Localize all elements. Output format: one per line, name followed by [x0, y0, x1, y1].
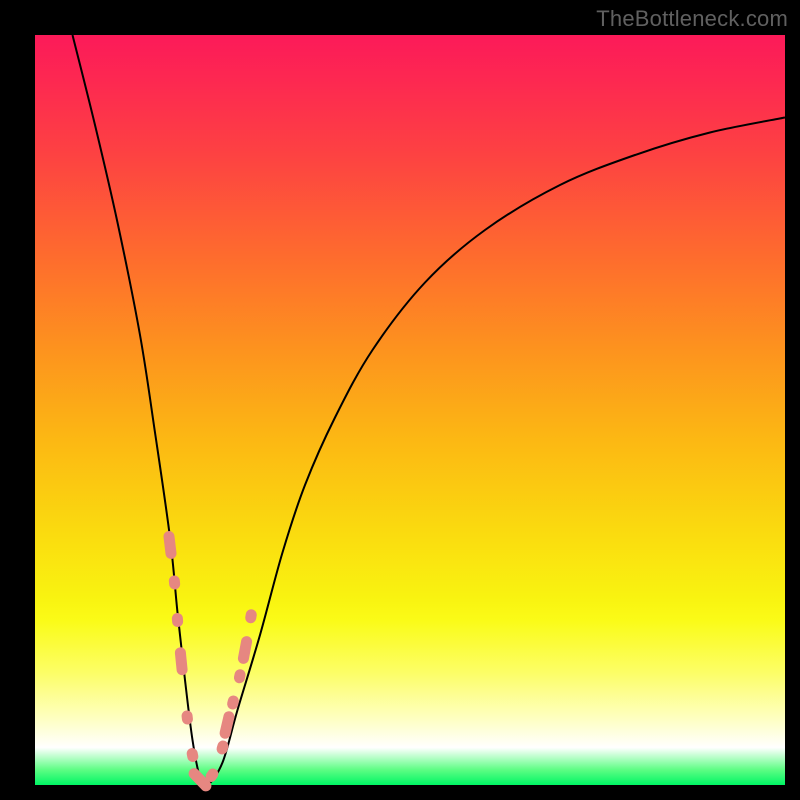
marker-capsule	[174, 647, 188, 676]
marker-capsule	[244, 608, 257, 624]
marker-capsule	[168, 575, 180, 590]
curve-svg	[35, 35, 785, 785]
watermark-text: TheBottleneck.com	[596, 6, 788, 32]
marker-capsule	[233, 668, 247, 684]
marker-capsule	[163, 530, 177, 559]
marker-capsule	[171, 613, 183, 628]
marker-capsule	[215, 739, 230, 756]
plot-area	[35, 35, 785, 785]
marker-group	[163, 530, 258, 793]
marker-capsule	[181, 710, 194, 725]
chart-frame: TheBottleneck.com	[0, 0, 800, 800]
marker-capsule	[237, 635, 253, 665]
marker-capsule	[186, 747, 200, 763]
